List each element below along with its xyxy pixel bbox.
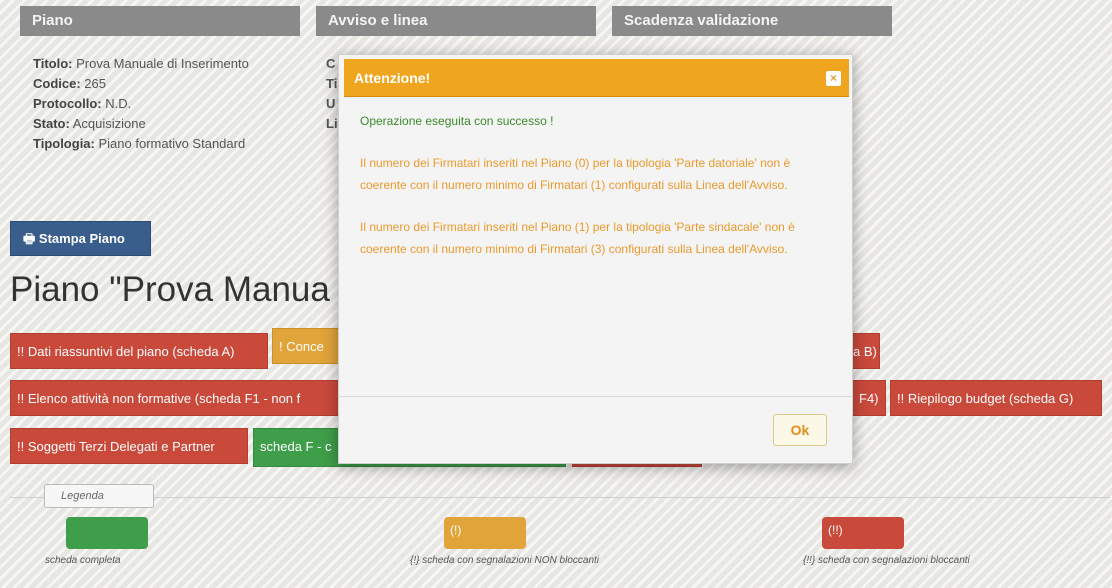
warning-message-datoriale: Il numero dei Firmatari inseriti nel Pia…	[360, 156, 791, 192]
dialog-header: Attenzione! ×	[344, 59, 849, 97]
info-titolo: Titolo: Prova Manuale di Inserimento	[33, 54, 249, 74]
legend-title: Legenda	[44, 484, 154, 508]
info-stato-label: Stato:	[33, 116, 70, 131]
close-icon[interactable]: ×	[826, 71, 841, 86]
dialog-title: Attenzione!	[354, 70, 431, 86]
tab-scheda-f4[interactable]: F4)	[852, 380, 886, 416]
header-piano: Piano	[20, 6, 300, 36]
print-plan-button[interactable]: 🖶 Stampa Piano	[10, 221, 151, 256]
info-codice-label: Codice:	[33, 76, 81, 91]
legend-blocking-text: {!!} scheda con segnalazioni bloccanti	[803, 555, 970, 566]
legend-swatch-blocking: (!!)	[822, 517, 904, 549]
info-protocollo-label: Protocollo:	[33, 96, 102, 111]
info-protocollo: Protocollo: N.D.	[33, 94, 249, 114]
info-stato-value: Acquisizione	[72, 116, 146, 131]
info-titolo-value: Prova Manuale di Inserimento	[76, 56, 249, 71]
legend-complete-text: scheda completa	[45, 555, 121, 566]
info-protocollo-value: N.D.	[105, 96, 132, 111]
info-tipologia-label: Tipologia:	[33, 136, 95, 151]
avviso-label-3: U	[326, 96, 336, 111]
header-scadenza-validazione: Scadenza validazione	[612, 6, 892, 36]
info-codice-value: 265	[84, 76, 106, 91]
tab-conce[interactable]: ! Conce	[272, 328, 342, 364]
legend-swatch-warning: (!)	[444, 517, 526, 549]
printer-icon: 🖶	[23, 231, 36, 246]
legend-swatch-complete	[66, 517, 148, 549]
tab-elenco-attivita[interactable]: !! Elenco attività non formative (scheda…	[10, 380, 340, 416]
alert-dialog: Attenzione! × Operazione eseguita con su…	[338, 54, 853, 464]
tab-soggetti-terzi[interactable]: !! Soggetti Terzi Delegati e Partner	[10, 428, 248, 464]
warning-message-sindacale: Il numero dei Firmatari inseriti nel Pia…	[360, 220, 795, 256]
tab-riepilogo-budget[interactable]: !! Riepilogo budget (scheda G)	[890, 380, 1102, 416]
header-avviso-linea: Avviso e linea	[316, 6, 596, 36]
avviso-label-4: Li	[326, 116, 338, 131]
dialog-footer-divider	[339, 396, 852, 397]
plan-info: Titolo: Prova Manuale di Inserimento Cod…	[33, 54, 249, 154]
info-tipologia-value: Piano formativo Standard	[98, 136, 246, 151]
avviso-label-1: C	[326, 56, 336, 71]
print-plan-label: Stampa Piano	[38, 231, 125, 246]
legend-warning-text: {!} scheda con segnalazioni NON bloccant…	[410, 555, 600, 566]
success-message: Operazione eseguita con successo !	[360, 114, 554, 128]
legend-divider	[10, 497, 1110, 498]
info-tipologia: Tipologia: Piano formativo Standard	[33, 134, 249, 154]
tab-dati-riassuntivi[interactable]: !! Dati riassuntivi del piano (scheda A)	[10, 333, 268, 369]
ok-button[interactable]: Ok	[773, 414, 827, 446]
avviso-info-partial: C Ti U Li	[326, 54, 338, 134]
dialog-body: Operazione eseguita con successo ! Il nu…	[360, 110, 835, 280]
info-stato: Stato: Acquisizione	[33, 114, 249, 134]
info-codice: Codice: 265	[33, 74, 249, 94]
page-title: Piano "Prova Manua	[10, 270, 330, 309]
info-titolo-label: Titolo:	[33, 56, 73, 71]
avviso-label-2: Ti	[326, 76, 338, 91]
